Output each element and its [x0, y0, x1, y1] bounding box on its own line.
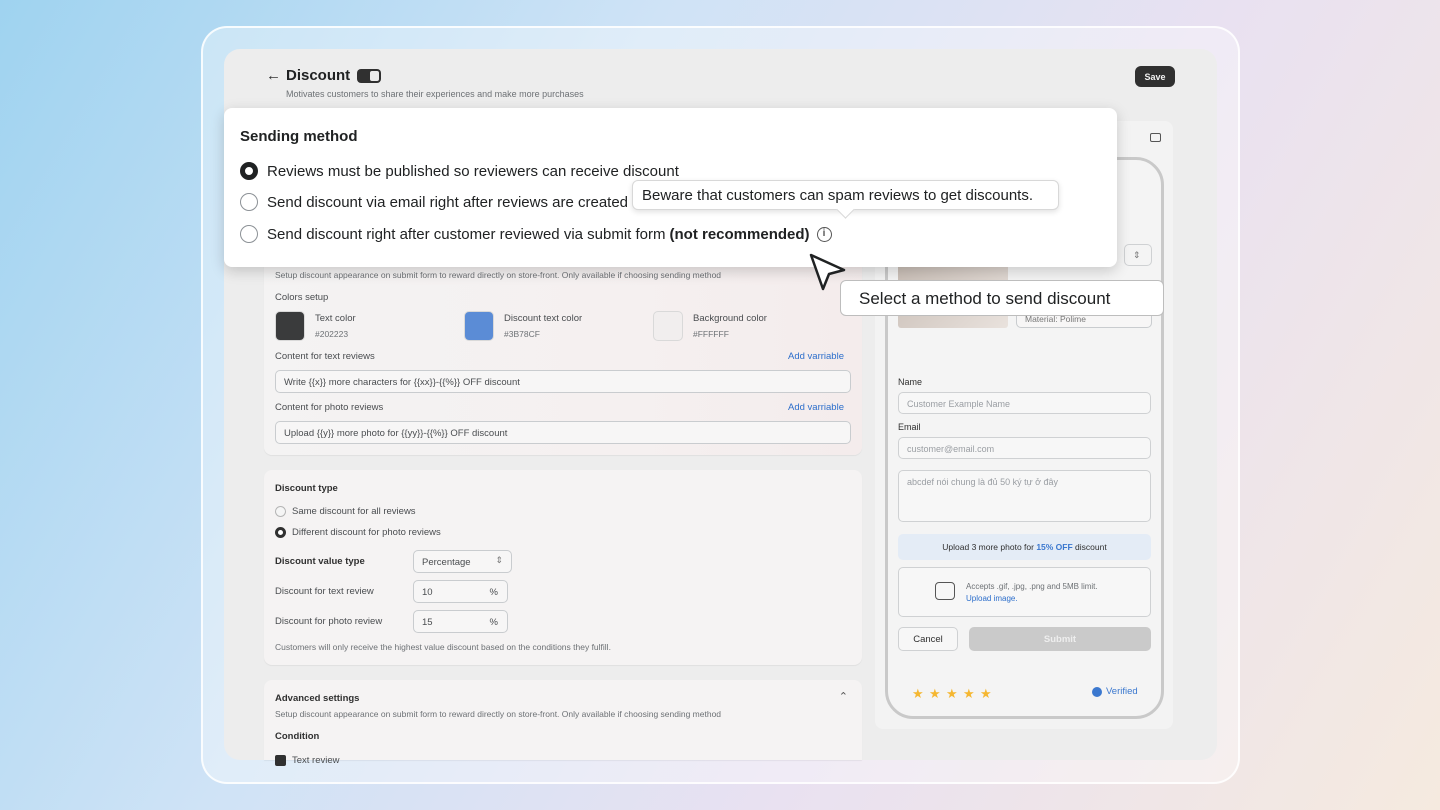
select-chevron-icon: ⇕ [495, 555, 503, 565]
back-arrow-icon[interactable]: ← [266, 67, 281, 84]
spam-warning-tooltip: Beware that customers can spam reviews t… [632, 180, 1059, 210]
text-review-discount-label: Discount for text review [275, 586, 374, 597]
background-color-swatch[interactable] [653, 311, 683, 341]
different-discount-radio[interactable] [275, 527, 286, 538]
discount-type-card: Discount type Same discount for all revi… [264, 470, 862, 665]
banner-prefix: Upload 3 more photo for [942, 542, 1037, 552]
verified-label: Verified [1106, 686, 1138, 697]
sending-option-submit-form[interactable]: Send discount right after customer revie… [240, 225, 832, 243]
colors-setup-label: Colors setup [275, 292, 329, 303]
background-color-value: #FFFFFF [693, 329, 729, 339]
photo-reviews-input[interactable]: Upload {{y}} more photo for {{yy}}-{{%}}… [275, 421, 851, 444]
sending-option-submit-form-label: Send discount right after customer revie… [267, 225, 666, 243]
text-reviews-label: Content for text reviews [275, 351, 375, 362]
add-variable-text-link[interactable]: Add varriable [788, 351, 844, 362]
email-label: Email [898, 422, 921, 432]
text-color-swatch[interactable] [275, 311, 305, 341]
sending-option-email-radio[interactable] [240, 193, 258, 211]
page-subtitle: Motivates customers to share their exper… [286, 89, 584, 99]
name-label: Name [898, 377, 923, 387]
percent-unit: % [489, 587, 498, 598]
banner-suffix: discount [1072, 542, 1107, 552]
discount-type-title: Discount type [275, 483, 338, 494]
sending-option-submit-form-radio[interactable] [240, 225, 258, 243]
sending-option-published-label: Reviews must be published so reviewers c… [267, 162, 679, 180]
name-input[interactable]: Customer Example Name [898, 392, 1151, 414]
photo-review-discount-label: Discount for photo review [275, 616, 383, 627]
text-review-discount-value: 10 [422, 587, 433, 598]
discount-text-color-swatch[interactable] [464, 311, 494, 341]
discount-value-type-select[interactable]: Percentage ⇕ [413, 550, 512, 573]
text-color-value: #202223 [315, 329, 349, 339]
submit-button[interactable]: Submit [969, 627, 1151, 651]
discount-note: Customers will only receive the highest … [275, 642, 611, 652]
sending-option-email[interactable]: Send discount via email right after revi… [240, 193, 628, 211]
review-star-2: ★ [929, 686, 941, 701]
verified-check-icon [1092, 687, 1102, 697]
text-review-discount-input[interactable]: 10 % [413, 580, 508, 603]
percent-unit: % [489, 617, 498, 628]
review-star-1: ★ [912, 686, 924, 701]
discount-value-type-label: Discount value type [275, 556, 365, 567]
text-review-condition-label: Text review [292, 755, 340, 766]
add-variable-photo-link[interactable]: Add varriable [788, 402, 844, 413]
review-star-4: ★ [963, 686, 975, 701]
condition-label: Condition [275, 731, 320, 742]
enable-toggle[interactable] [357, 69, 381, 83]
banner-highlight: 15% OFF [1036, 542, 1073, 552]
not-recommended-label: (not recommended) [669, 225, 810, 243]
photo-review-discount-value: 15 [422, 617, 433, 628]
cancel-button[interactable]: Cancel [898, 627, 958, 651]
review-textarea[interactable]: abcdef nói chung là đủ 50 ký tự ở đây [898, 470, 1151, 522]
review-star-5: ★ [980, 686, 992, 701]
upload-image-link[interactable]: Upload image. [966, 594, 1018, 603]
review-star-3: ★ [946, 686, 958, 701]
quantity-chevron-icon[interactable]: ⇕ [1124, 244, 1152, 266]
save-button[interactable]: Save [1135, 66, 1175, 87]
different-discount-label: Different discount for photo reviews [292, 527, 441, 538]
photo-reviews-label: Content for photo reviews [275, 402, 384, 413]
discount-text-color-label: Discount text color [504, 313, 583, 324]
upload-info: Accepts .gif, .jpg, .png and 5MB limit. [966, 582, 1098, 591]
select-method-callout: Select a method to send discount [840, 280, 1164, 316]
text-reviews-input[interactable]: Write {{x}} more characters for {{xx}}-{… [275, 370, 851, 393]
discount-text-color-value: #3B78CF [504, 329, 540, 339]
upload-dropzone[interactable]: Accepts .gif, .jpg, .png and 5MB limit. … [898, 567, 1151, 617]
email-input[interactable]: customer@email.com [898, 437, 1151, 459]
appearance-description: Setup discount appearance on submit form… [275, 270, 722, 280]
advanced-settings-title: Advanced settings [275, 693, 360, 704]
text-color-label: Text color [315, 313, 356, 324]
page-title: Discount [286, 67, 351, 84]
image-upload-icon [935, 582, 955, 600]
sending-option-email-label: Send discount via email right after revi… [267, 193, 629, 211]
text-review-checkbox[interactable] [275, 755, 286, 766]
same-discount-label: Same discount for all reviews [292, 506, 416, 517]
sending-option-published-radio[interactable] [240, 162, 258, 180]
chevron-up-icon[interactable]: ⌃ [839, 690, 848, 703]
same-discount-radio[interactable] [275, 506, 286, 517]
background-color-label: Background color [693, 313, 767, 324]
sending-option-published[interactable]: Reviews must be published so reviewers c… [240, 162, 679, 180]
photo-review-discount-input[interactable]: 15 % [413, 610, 508, 633]
advanced-settings-card: Advanced settings ⌃ Setup discount appea… [264, 680, 862, 766]
discount-banner: Upload 3 more photo for 15% OFF discount [898, 534, 1151, 560]
sending-method-title: Sending method [240, 128, 358, 145]
discount-value-type-value: Percentage [422, 557, 471, 568]
advanced-settings-description: Setup discount appearance on submit form… [275, 709, 722, 719]
info-icon[interactable]: i [816, 226, 832, 242]
desktop-preview-icon[interactable] [1150, 133, 1161, 142]
